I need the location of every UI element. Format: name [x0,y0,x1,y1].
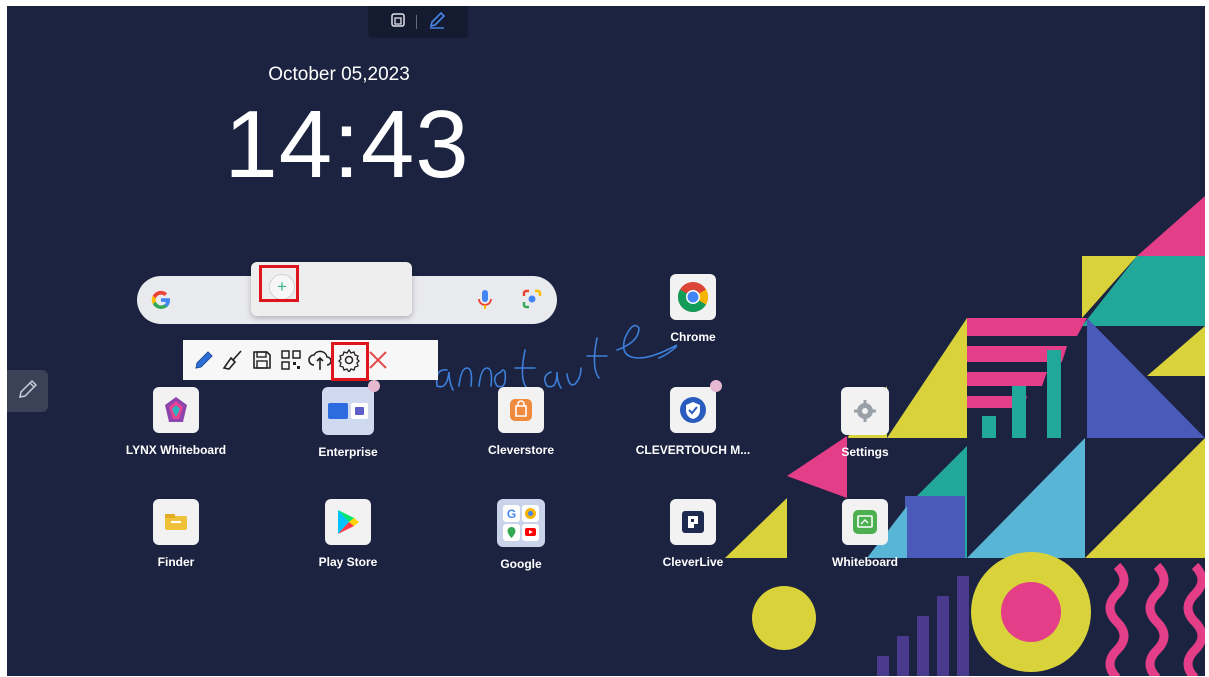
app-cleverstore[interactable]: Cleverstore [446,387,596,457]
app-label: Google [500,557,542,571]
app-clevertouch-m[interactable]: CLEVERTOUCH M... [618,380,768,457]
app-chrome[interactable]: Chrome [618,274,768,344]
google-folder-icon: G [497,499,545,547]
app-settings[interactable]: Settings [790,387,940,459]
settings-gear-app-icon [841,387,889,435]
toolbar-separator [415,15,417,29]
lynx-whiteboard-icon [153,387,199,433]
side-annotation-tab[interactable] [7,370,48,412]
home-screen: October 05,2023 14:43 + annotate Chrome … [7,6,1205,676]
app-cleverlive[interactable]: CleverLive [618,499,768,569]
app-label: CleverLive [662,555,724,569]
date-display: October 05,2023 [268,64,410,85]
broom-eraser-icon[interactable] [218,345,247,375]
app-label: Play Store [318,555,378,569]
chrome-icon [670,274,716,320]
finder-folder-icon [153,499,199,545]
play-store-icon [325,499,371,545]
top-toolbar [368,6,468,38]
app-enterprise[interactable]: Enterprise [273,380,423,459]
pencil-icon [17,378,39,405]
app-google-folder[interactable]: G Google [446,499,596,571]
app-label: CLEVERTOUCH M... [635,443,751,457]
app-lynx-whiteboard[interactable]: LYNX Whiteboard [101,387,251,457]
cloud-upload-icon[interactable] [305,345,334,375]
app-label: Chrome [670,330,716,344]
pen-icon[interactable] [189,345,218,375]
app-label: Whiteboard [832,555,898,569]
highlight-box-add [259,265,299,302]
save-icon[interactable] [247,345,276,375]
cleverstore-icon [498,387,544,433]
annotation-toolbar [183,340,438,380]
enterprise-folder-icon [322,380,380,435]
google-g-icon [149,287,173,318]
app-label: Settings [841,445,889,459]
notification-dot [710,380,722,392]
whiteboard-icon [842,499,888,545]
annotation-pen-icon[interactable] [427,10,447,35]
app-label: LYNX Whiteboard [125,443,227,457]
app-whiteboard[interactable]: Whiteboard [790,499,940,569]
svg-text:G: G [507,507,516,521]
handwritten-annotation-text: annotate [417,290,421,291]
screen-capture-icon[interactable] [390,12,406,33]
app-label: Enterprise [318,445,378,459]
app-finder[interactable]: Finder [101,499,251,569]
highlight-box-upload [331,342,369,381]
app-label: Cleverstore [487,443,555,457]
app-play-store[interactable]: Play Store [273,499,423,569]
cleverlive-icon [670,499,716,545]
qr-code-icon[interactable] [276,345,305,375]
time-display: 14:43 [224,91,470,198]
clevertouch-shield-icon [670,380,722,433]
app-label: Finder [157,555,195,569]
notification-dot [368,380,380,392]
